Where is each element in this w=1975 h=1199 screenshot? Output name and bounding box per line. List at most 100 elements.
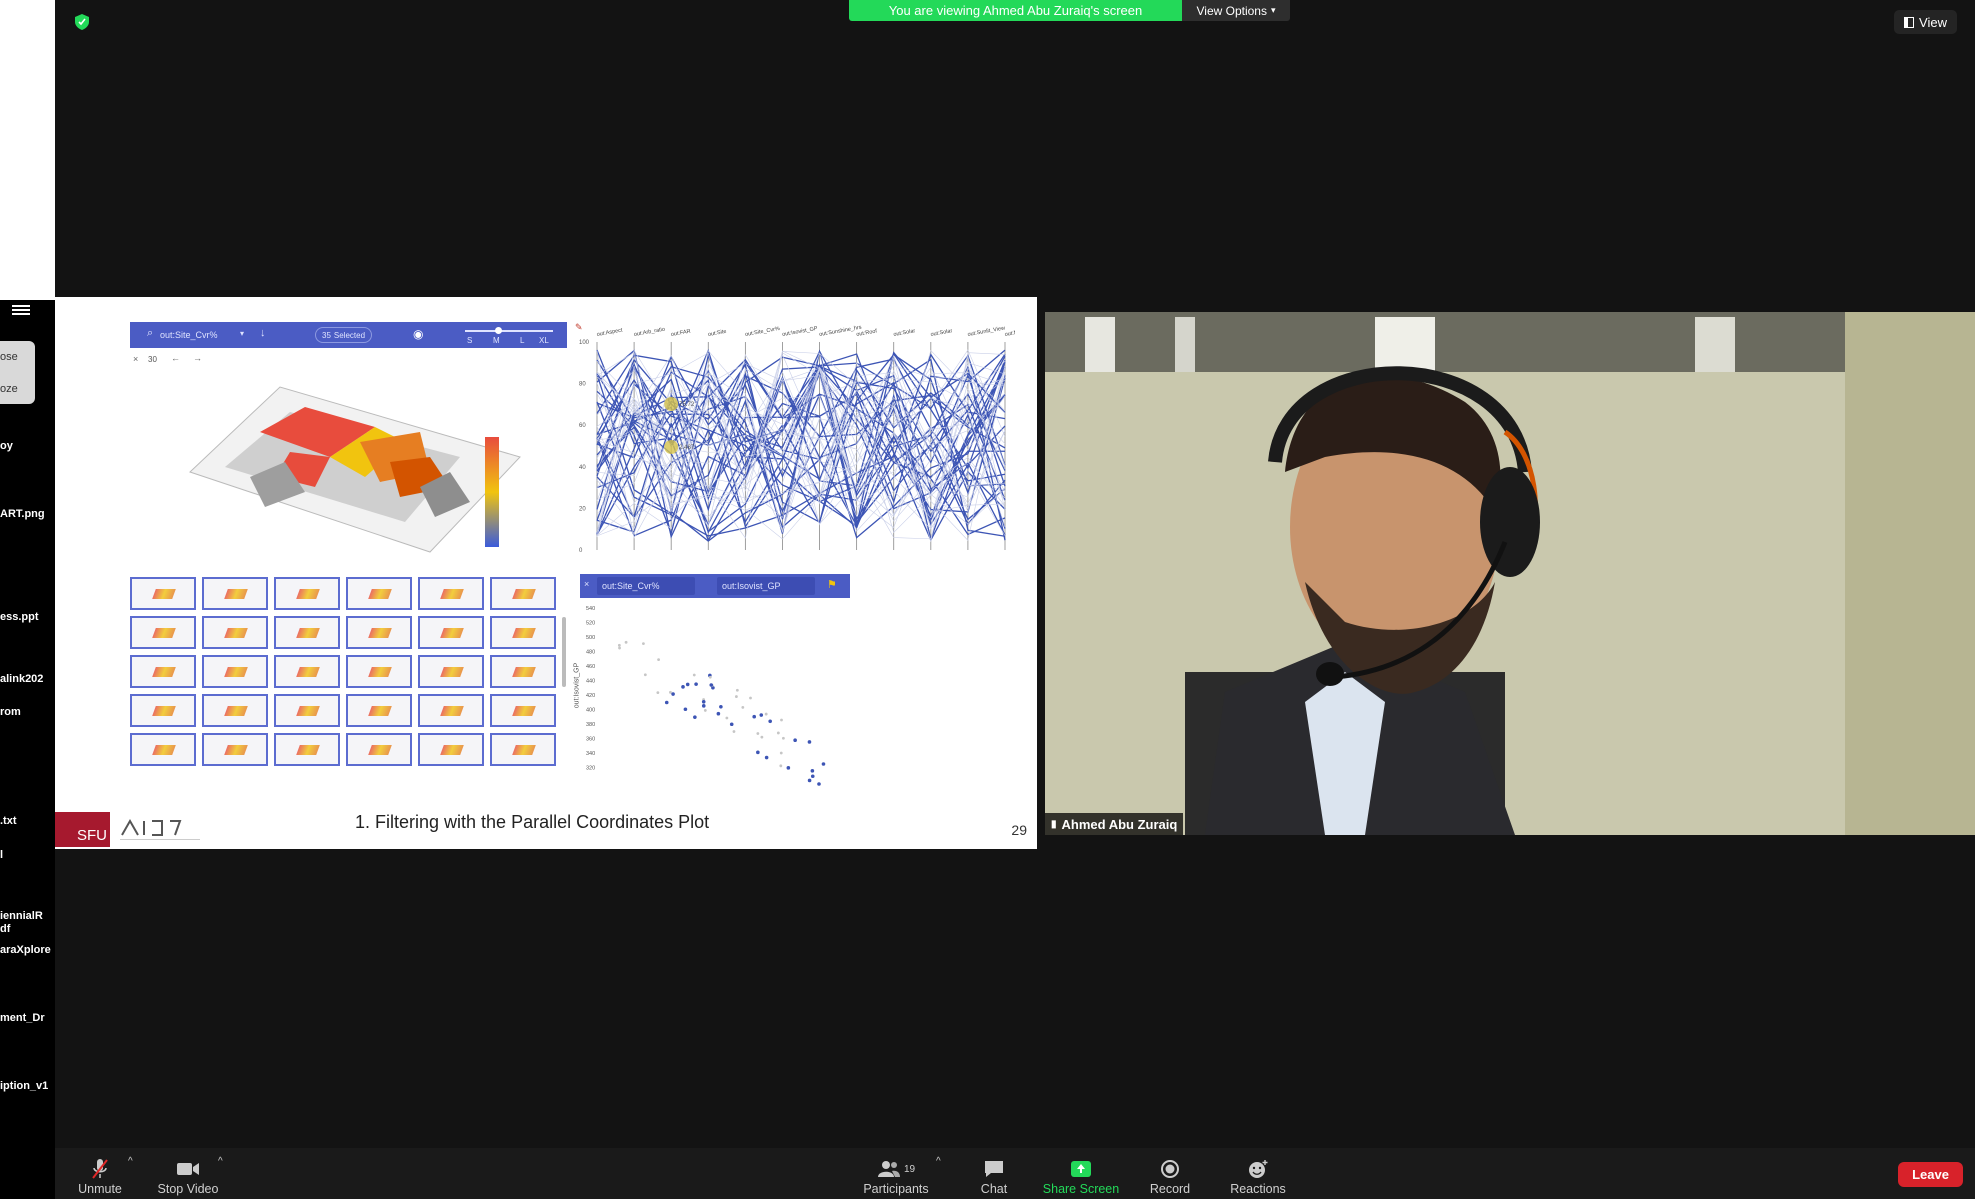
thumbnail[interactable] <box>418 616 484 649</box>
thumbnail[interactable] <box>130 694 196 727</box>
size-slider[interactable] <box>465 330 553 332</box>
scatter-point[interactable] <box>749 696 752 700</box>
thumbnail[interactable] <box>202 733 268 766</box>
thumbnail[interactable] <box>130 655 196 688</box>
scatter-point[interactable] <box>782 736 785 740</box>
thumbnail[interactable] <box>346 616 412 649</box>
site-3d-model[interactable] <box>130 362 567 562</box>
scatter-point[interactable] <box>617 643 621 647</box>
metric-select[interactable]: out:Site_Cvr% <box>160 330 218 340</box>
chevron-down-icon[interactable]: ▾ <box>240 329 244 338</box>
thumbnail[interactable] <box>490 694 556 727</box>
thumbnail[interactable] <box>490 616 556 649</box>
scatter-point[interactable] <box>779 764 783 768</box>
scatter-point[interactable] <box>760 735 764 739</box>
thumbnail[interactable] <box>130 733 196 766</box>
scatter-point[interactable] <box>780 718 783 722</box>
scatter-point[interactable] <box>703 709 707 712</box>
size-label[interactable]: L <box>520 336 524 345</box>
scatter-point[interactable] <box>664 700 669 705</box>
thumbnail[interactable] <box>346 655 412 688</box>
participants-button[interactable]: 19 Participants <box>851 1152 941 1196</box>
scatter-point[interactable] <box>657 658 660 662</box>
scatter-point[interactable] <box>810 774 815 779</box>
thumbnail[interactable] <box>490 655 556 688</box>
scatter-point[interactable] <box>683 707 688 712</box>
scatter-point[interactable] <box>725 716 729 720</box>
thumbnail[interactable] <box>490 733 556 766</box>
thumbnail[interactable] <box>274 694 340 727</box>
thumbnail[interactable] <box>202 616 268 649</box>
reactions-button[interactable]: Reactions <box>1213 1152 1303 1196</box>
scatter-point[interactable] <box>701 704 706 708</box>
scatter-point[interactable] <box>807 740 812 744</box>
scatter-point[interactable] <box>643 673 647 677</box>
scatter-point[interactable] <box>779 751 783 755</box>
thumbnail[interactable] <box>202 577 268 610</box>
scatter-point[interactable] <box>681 685 685 689</box>
scatter-point[interactable] <box>719 704 723 709</box>
scatter-point[interactable] <box>692 673 696 677</box>
shield-icon[interactable] <box>75 14 89 30</box>
pcp-brush-handle[interactable] <box>664 440 679 454</box>
thumbnail[interactable] <box>274 655 340 688</box>
scatter-point[interactable] <box>656 691 660 695</box>
thumbnail[interactable] <box>418 694 484 727</box>
desktop-file[interactable]: .txt <box>0 815 17 827</box>
scatter-point[interactable] <box>709 683 714 687</box>
thumbnail[interactable] <box>346 733 412 766</box>
chevron-up-icon[interactable]: ^ <box>218 1156 223 1167</box>
view-options-button[interactable]: View Options ▾ <box>1182 0 1290 21</box>
list-icon[interactable] <box>12 303 30 315</box>
scatter-point[interactable] <box>618 646 621 650</box>
thumbnail[interactable] <box>130 577 196 610</box>
scatter-point[interactable] <box>694 682 698 686</box>
slider-handle[interactable] <box>495 327 502 334</box>
size-label[interactable]: XL <box>539 336 549 345</box>
eye-icon[interactable]: ◉ <box>413 327 423 341</box>
scatter-point[interactable] <box>732 730 736 733</box>
leave-button[interactable]: Leave <box>1898 1162 1963 1187</box>
desktop-file[interactable]: alink202 <box>0 673 43 685</box>
scrollbar[interactable] <box>562 617 566 687</box>
filter-icon[interactable]: ⚑ <box>827 578 837 591</box>
thumbnail[interactable] <box>490 577 556 610</box>
thumbnail[interactable] <box>418 733 484 766</box>
scatter-point[interactable] <box>817 782 821 786</box>
scatter-point[interactable] <box>756 732 760 735</box>
scatter-point[interactable] <box>793 738 797 742</box>
sort-down-icon[interactable]: ↓ <box>260 327 266 339</box>
desktop-file[interactable]: oze <box>0 383 18 395</box>
thumbnail[interactable] <box>202 655 268 688</box>
desktop-file[interactable]: ess.ppt <box>0 611 39 623</box>
scatter-point[interactable] <box>669 690 672 694</box>
close-icon[interactable]: × <box>584 579 589 589</box>
chevron-up-icon[interactable]: ^ <box>936 1156 941 1167</box>
scatter-point[interactable] <box>764 712 768 716</box>
scatter-point[interactable] <box>741 705 745 709</box>
thumbnail[interactable] <box>418 655 484 688</box>
scatter-point[interactable] <box>685 682 690 687</box>
thumbnail[interactable] <box>274 616 340 649</box>
size-label[interactable]: S <box>467 336 472 345</box>
scatter-point[interactable] <box>764 755 769 760</box>
participant-video[interactable]: ▮ Ahmed Abu Zuraiq <box>1045 312 1975 835</box>
scatter-point[interactable] <box>810 769 815 773</box>
scatter-point[interactable] <box>642 642 645 646</box>
thumbnail[interactable] <box>274 733 340 766</box>
scatter-point[interactable] <box>735 688 739 692</box>
desktop-file[interactable]: iennialR <box>0 910 43 922</box>
thumbnail[interactable] <box>202 694 268 727</box>
record-button[interactable]: Record <box>1125 1152 1215 1196</box>
x-axis-select[interactable]: out:Site_Cvr% <box>597 577 695 595</box>
scatter-point[interactable] <box>821 762 826 766</box>
chat-button[interactable]: Chat <box>949 1152 1039 1196</box>
scatter-point[interactable] <box>701 700 706 704</box>
scatter-point[interactable] <box>756 750 760 755</box>
pcp-brush-handle[interactable] <box>664 397 679 411</box>
scatter-plot[interactable]: out:Isovist_GP 540 520 500 480 460 440 420 400 3… <box>573 602 850 792</box>
desktop-file[interactable]: oy <box>0 440 13 452</box>
scatter-point[interactable] <box>807 778 812 783</box>
desktop-file[interactable]: l <box>0 849 3 861</box>
desktop-file[interactable]: iption_v1 <box>0 1080 48 1092</box>
